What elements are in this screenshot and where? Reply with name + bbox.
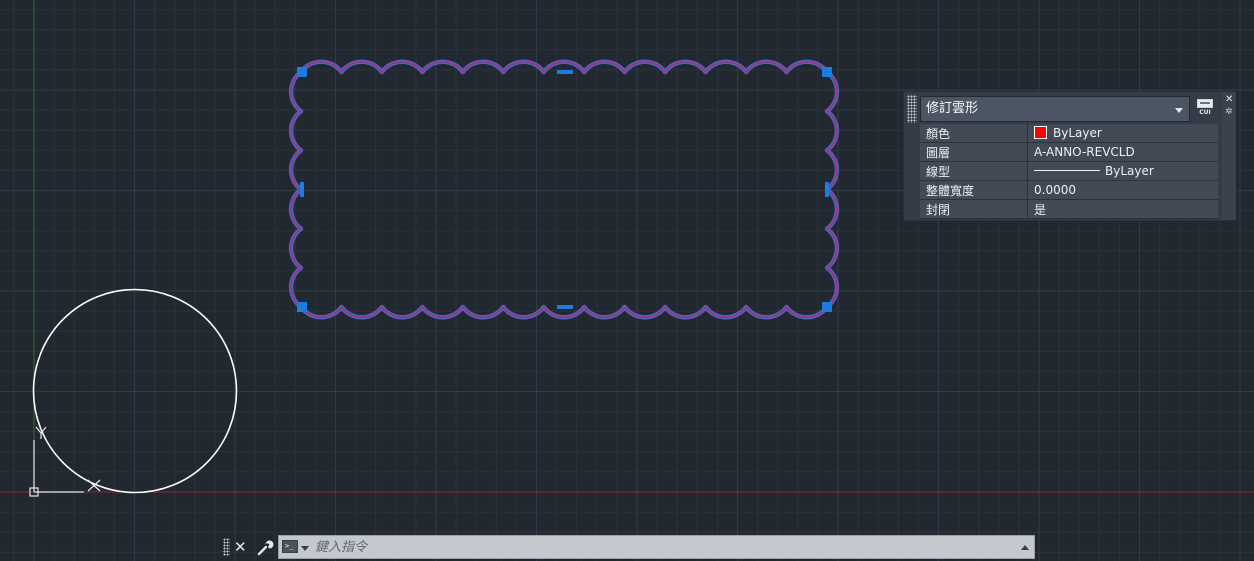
property-key: 線型 bbox=[920, 161, 1028, 181]
color-swatch-icon bbox=[1034, 126, 1047, 139]
revision-cloud-outline[interactable] bbox=[288, 59, 840, 320]
cui-label: CUI bbox=[1199, 109, 1211, 116]
property-row-layer[interactable]: 圖層 A-ANNO-REVCLD bbox=[920, 142, 1218, 162]
command-line-grip-handle[interactable] bbox=[223, 538, 230, 556]
close-icon[interactable]: ✕ bbox=[1225, 95, 1233, 105]
command-prompt-icon[interactable]: >_ bbox=[282, 540, 298, 553]
property-row-closed[interactable]: 封閉 是 bbox=[920, 199, 1218, 219]
property-value: ByLayer bbox=[1053, 126, 1102, 140]
cui-window-icon bbox=[1197, 99, 1213, 108]
properties-table: 顏色 ByLayer 圖層 A-ANNO-REVCLD 線型 ByLayer 整… bbox=[920, 124, 1218, 219]
property-row-linetype[interactable]: 線型 ByLayer bbox=[920, 161, 1218, 181]
revision-cloud[interactable] bbox=[288, 59, 840, 320]
gear-icon[interactable]: ✲ bbox=[1225, 107, 1233, 117]
grip-corner-top-right[interactable] bbox=[822, 67, 832, 77]
drawing-canvas[interactable] bbox=[0, 0, 1254, 561]
cui-customize-button[interactable]: CUI bbox=[1197, 99, 1213, 117]
property-row-color[interactable]: 顏色 ByLayer bbox=[920, 124, 1218, 143]
quick-properties-palette: 修訂雲形 CUI 顏色 ByLayer 圖層 A-ANNO-REVCLD 線型 … bbox=[903, 91, 1236, 221]
property-value-cell[interactable]: ByLayer bbox=[1027, 161, 1218, 181]
grip-mid-top[interactable] bbox=[557, 70, 573, 74]
property-key: 整體寬度 bbox=[920, 180, 1028, 200]
chevron-down-icon[interactable] bbox=[301, 546, 309, 551]
command-line-bar: ✕ >_ bbox=[221, 535, 1035, 559]
property-key: 顏色 bbox=[920, 124, 1028, 143]
object-type-label: 修訂雲形 bbox=[926, 101, 979, 116]
command-input-container: >_ bbox=[278, 535, 1035, 559]
linetype-sample-icon bbox=[1034, 170, 1100, 171]
close-icon[interactable]: ✕ bbox=[234, 538, 247, 556]
property-value: ByLayer bbox=[1105, 164, 1154, 178]
revision-cloud-centerline bbox=[290, 60, 838, 319]
grip-mid-bottom[interactable] bbox=[557, 305, 573, 309]
property-value[interactable]: A-ANNO-REVCLD bbox=[1027, 142, 1218, 162]
palette-side-strip: ✕ ✲ bbox=[1222, 92, 1236, 220]
chevron-up-icon[interactable] bbox=[1021, 545, 1029, 550]
grip-corner-bottom-left[interactable] bbox=[297, 302, 307, 312]
grip-corner-top-left[interactable] bbox=[297, 67, 307, 77]
grip-corner-bottom-right[interactable] bbox=[822, 302, 832, 312]
command-input[interactable] bbox=[315, 537, 1015, 557]
chevron-down-icon bbox=[1175, 108, 1183, 113]
wrench-icon[interactable] bbox=[256, 538, 274, 556]
ucs-icon bbox=[29, 426, 101, 497]
object-type-dropdown[interactable]: 修訂雲形 bbox=[920, 96, 1190, 122]
property-value-cell[interactable]: ByLayer bbox=[1027, 124, 1218, 143]
grip-mid-left[interactable] bbox=[300, 182, 304, 197]
grip-mid-right[interactable] bbox=[825, 182, 829, 197]
property-key: 圖層 bbox=[920, 142, 1028, 162]
selection-grips[interactable] bbox=[297, 67, 832, 312]
property-value[interactable]: 是 bbox=[1027, 199, 1218, 219]
property-key: 封閉 bbox=[920, 199, 1028, 219]
property-row-global-width[interactable]: 整體寬度 0.0000 bbox=[920, 180, 1218, 200]
property-value[interactable]: 0.0000 bbox=[1027, 180, 1218, 200]
palette-grip-handle[interactable] bbox=[907, 95, 917, 123]
